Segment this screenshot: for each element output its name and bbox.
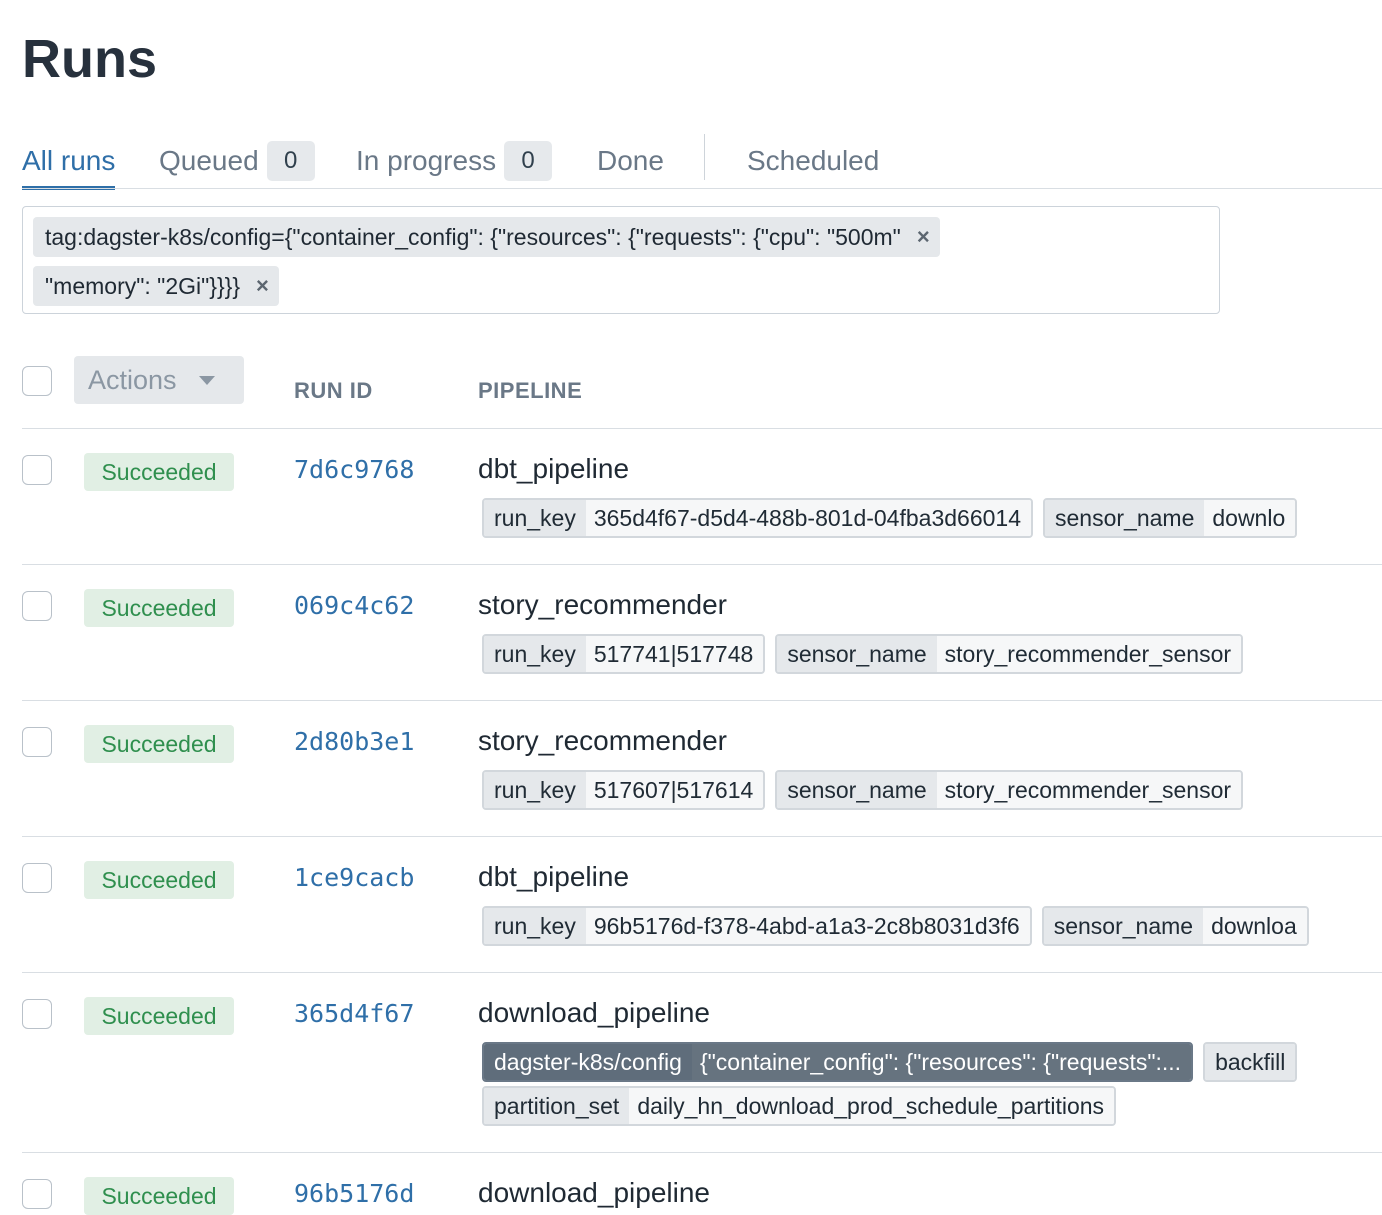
run-id-link[interactable]: 2d80b3e1 — [294, 727, 414, 756]
run-id-link[interactable]: 96b5176d — [294, 1179, 414, 1208]
row-checkbox[interactable] — [22, 727, 52, 757]
status-badge: Succeeded — [84, 589, 234, 627]
remove-filter-icon[interactable]: × — [917, 224, 930, 250]
filter-tag-text: tag:dagster-k8s/config={"container_confi… — [45, 223, 901, 250]
table-header: Actions RUN ID PIPELINE — [22, 350, 1382, 428]
caret-down-icon — [198, 375, 215, 385]
tab-label: In progress — [356, 145, 497, 176]
table-row: Succeeded 7d6c9768 dbt_pipeline run_key … — [22, 429, 1382, 565]
run-tag[interactable]: sensor_name downloa — [1041, 906, 1309, 946]
pipeline-name: dbt_pipeline — [478, 453, 630, 484]
table-row: Succeeded 365d4f67 download_pipeline dag… — [22, 973, 1382, 1153]
tag-key: run_key — [484, 636, 586, 672]
table-row: Succeeded 96b5176d download_pipeline — [22, 1153, 1382, 1215]
tabs-divider — [22, 188, 1382, 189]
tag-list: dagster-k8s/config {"container_config": … — [482, 1042, 1298, 1082]
tag-key: backfill — [1205, 1044, 1296, 1080]
table-row: Succeeded 069c4c62 story_recommender run… — [22, 565, 1382, 701]
page-title: Runs — [22, 29, 157, 89]
run-tag[interactable]: run_key 517607|517614 — [482, 770, 766, 810]
tab-queued[interactable]: Queued 0 — [159, 134, 315, 188]
tab-label: All runs — [22, 145, 116, 176]
run-filter-input[interactable]: tag:dagster-k8s/config={"container_confi… — [22, 206, 1220, 314]
status-badge: Succeeded — [84, 997, 234, 1035]
pipeline-name: story_recommender — [478, 725, 727, 756]
tab-done[interactable]: Done — [597, 134, 664, 188]
tag-key: run_key — [484, 908, 586, 944]
tag-value: story_recommender_sensor — [936, 636, 1242, 672]
tab-divider — [704, 134, 705, 180]
tag-key: sensor_name — [777, 636, 937, 672]
tab-in-progress[interactable]: In progress 0 — [356, 134, 553, 188]
tag-key: partition_set — [484, 1088, 630, 1124]
tag-value: 365d4f67-d5d4-488b-801d-04fba3d66014 — [585, 500, 1031, 536]
column-header-run-id: RUN ID — [294, 378, 373, 403]
tag-value: 517741|517748 — [585, 636, 764, 672]
table-row: Succeeded 2d80b3e1 story_recommender run… — [22, 701, 1382, 837]
status-badge: Succeeded — [84, 453, 234, 491]
remove-filter-icon[interactable]: × — [256, 273, 269, 299]
tab-scheduled[interactable]: Scheduled — [747, 134, 879, 188]
tag-key: run_key — [484, 772, 586, 808]
pipeline-name: download_pipeline — [478, 997, 710, 1028]
actions-dropdown[interactable]: Actions — [74, 356, 244, 404]
run-tag-highlighted[interactable]: dagster-k8s/config {"container_config": … — [482, 1042, 1194, 1082]
filter-tag-chip: tag:dagster-k8s/config={"container_confi… — [33, 217, 940, 257]
filter-tag-text: "memory": "2Gi"}}}} — [45, 272, 241, 299]
tag-key: sensor_name — [1045, 500, 1205, 536]
run-tabs: All runs Queued 0 In progress 0 Done Sch… — [22, 134, 1382, 190]
row-checkbox[interactable] — [22, 591, 52, 621]
pipeline-name: download_pipeline — [478, 1177, 710, 1208]
tag-key: dagster-k8s/config — [484, 1044, 692, 1080]
tag-value: 517607|517614 — [585, 772, 764, 808]
tab-label: Scheduled — [747, 145, 880, 176]
tag-list: run_key 517607|517614 sensor_name story_… — [482, 770, 1244, 810]
tag-value: story_recommender_sensor — [936, 772, 1242, 808]
run-id-link[interactable]: 7d6c9768 — [294, 455, 414, 484]
tag-value: downlo — [1204, 500, 1296, 536]
tag-list: run_key 96b5176d-f378-4abd-a1a3-2c8b8031… — [482, 906, 1309, 946]
tag-value: daily_hn_download_prod_schedule_partitio… — [629, 1088, 1115, 1124]
in-progress-count-badge: 0 — [504, 141, 553, 181]
status-badge: Succeeded — [84, 1177, 234, 1215]
status-badge: Succeeded — [84, 725, 234, 763]
tab-all-runs[interactable]: All runs — [22, 134, 116, 190]
tag-value: {"container_config": {"resources": {"req… — [691, 1044, 1192, 1080]
run-tag[interactable]: run_key 96b5176d-f378-4abd-a1a3-2c8b8031… — [482, 906, 1032, 946]
run-tag[interactable]: sensor_name story_recommender_sensor — [775, 770, 1244, 810]
tag-list: run_key 517741|517748 sensor_name story_… — [482, 634, 1244, 674]
run-id-link[interactable]: 069c4c62 — [294, 591, 414, 620]
run-tag[interactable]: run_key 517741|517748 — [482, 634, 766, 674]
run-tag[interactable]: sensor_name downlo — [1043, 498, 1298, 538]
row-checkbox[interactable] — [22, 863, 52, 893]
tag-value: downloa — [1203, 908, 1307, 944]
queued-count-badge: 0 — [266, 141, 315, 181]
run-tag[interactable]: partition_set daily_hn_download_prod_sch… — [482, 1086, 1117, 1126]
status-badge: Succeeded — [84, 861, 234, 899]
tag-key: sensor_name — [1043, 908, 1204, 944]
run-id-link[interactable]: 365d4f67 — [294, 999, 414, 1028]
pipeline-name: story_recommender — [478, 589, 727, 620]
select-all-checkbox[interactable] — [22, 366, 52, 396]
tag-list: run_key 365d4f67-d5d4-488b-801d-04fba3d6… — [482, 498, 1298, 538]
table-row: Succeeded 1ce9cacb dbt_pipeline run_key … — [22, 837, 1382, 973]
tab-label: Queued — [159, 145, 259, 176]
filter-tag-chip-continued: "memory": "2Gi"}}}} × — [33, 266, 279, 306]
row-checkbox[interactable] — [22, 455, 52, 485]
tag-key: sensor_name — [777, 772, 937, 808]
row-checkbox[interactable] — [22, 999, 52, 1029]
tag-key: run_key — [484, 500, 586, 536]
column-header-pipeline: PIPELINE — [478, 378, 583, 403]
pipeline-name: dbt_pipeline — [478, 861, 630, 892]
tag-list-continued: partition_set daily_hn_download_prod_sch… — [482, 1086, 1117, 1126]
row-checkbox[interactable] — [22, 1179, 52, 1209]
run-tag[interactable]: backfill — [1203, 1042, 1298, 1082]
tab-label: Done — [597, 145, 664, 176]
actions-label: Actions — [88, 364, 177, 395]
run-tag[interactable]: run_key 365d4f67-d5d4-488b-801d-04fba3d6… — [482, 498, 1033, 538]
tag-value: 96b5176d-f378-4abd-a1a3-2c8b8031d3f6 — [585, 908, 1030, 944]
run-id-link[interactable]: 1ce9cacb — [294, 863, 414, 892]
run-tag[interactable]: sensor_name story_recommender_sensor — [775, 634, 1244, 674]
